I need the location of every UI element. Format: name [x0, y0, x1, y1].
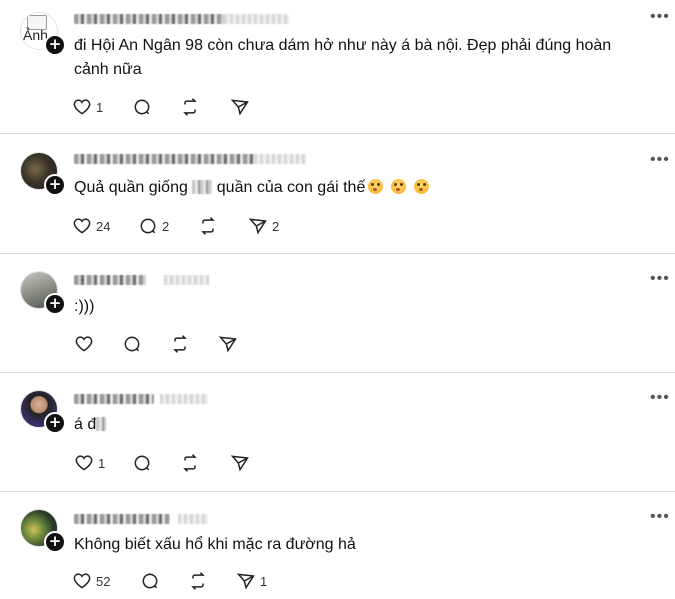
username-redacted[interactable] [74, 14, 289, 24]
like-button[interactable]: 24 [72, 215, 110, 237]
send-icon [230, 99, 249, 116]
repost-button[interactable] [188, 570, 208, 592]
redacted-word [192, 180, 213, 194]
send-icon [236, 573, 255, 590]
like-count: 24 [96, 218, 111, 234]
send-icon [230, 455, 249, 472]
heart-icon [75, 455, 93, 471]
avatar[interactable]: + [20, 509, 66, 553]
more-dots-icon[interactable]: ••• [650, 271, 669, 287]
comment-text: đi Hội An Ngân 98 còn chưa dám hở như nà… [74, 37, 612, 78]
share-button[interactable]: 2 [248, 215, 279, 237]
comment-text-part: Quả quần giống [74, 179, 193, 196]
follow-plus-icon[interactable]: + [44, 531, 66, 553]
comment-bubble-icon [140, 218, 156, 234]
divider [0, 491, 675, 492]
comment-bubble-icon [124, 336, 140, 352]
more-dots-icon[interactable]: ••• [650, 509, 669, 525]
share-button[interactable] [218, 333, 238, 355]
username-redacted[interactable] [74, 394, 208, 404]
repost-icon [183, 98, 197, 116]
comment-text: á đ [74, 413, 634, 437]
flushed-face-emoji [368, 179, 384, 194]
like-count: 1 [96, 99, 104, 115]
flushed-face-emoji [391, 179, 407, 194]
like-button[interactable]: 1 [72, 96, 103, 118]
comment-text: :))) [74, 298, 95, 315]
divider [0, 133, 675, 134]
comment-bubble-icon [134, 455, 150, 471]
send-icon [248, 218, 267, 235]
comment-text-part: á đ [74, 416, 97, 433]
avatar[interactable]: + [20, 152, 66, 196]
username-redacted[interactable] [74, 154, 306, 164]
share-button[interactable] [230, 96, 250, 118]
comment-text: Quả quần giống quần của con gái thế [74, 176, 634, 200]
comment-bubble-icon [134, 99, 150, 115]
share-button[interactable]: 1 [236, 570, 267, 592]
like-button[interactable] [74, 333, 94, 355]
like-button[interactable]: 1 [74, 452, 105, 474]
reply-button[interactable] [132, 96, 152, 118]
more-dots-icon[interactable]: ••• [650, 390, 669, 406]
divider [0, 253, 675, 254]
reply-button[interactable] [132, 452, 152, 474]
repost-icon [173, 335, 187, 353]
repost-button[interactable] [198, 215, 218, 237]
repost-button[interactable] [180, 452, 200, 474]
avatar[interactable]: Ảnh + [20, 12, 66, 56]
avatar[interactable]: + [20, 390, 66, 434]
divider [0, 372, 675, 373]
reply-button[interactable] [140, 570, 160, 592]
repost-icon [191, 572, 205, 590]
more-dots-icon[interactable]: ••• [650, 9, 669, 25]
heart-icon [73, 218, 91, 234]
reply-count: 2 [162, 218, 170, 234]
heart-icon [73, 99, 91, 115]
repost-icon [183, 454, 197, 472]
repost-button[interactable] [180, 96, 200, 118]
comment-text: Không biết xấu hổ khi mặc ra đường hả [74, 536, 356, 553]
redacted-word [96, 417, 107, 431]
flushed-face-emoji [414, 179, 430, 194]
repost-icon [201, 217, 215, 235]
follow-plus-icon[interactable]: + [44, 412, 66, 434]
heart-icon [73, 573, 91, 589]
repost-button[interactable] [170, 333, 190, 355]
avatar[interactable]: + [20, 271, 66, 315]
comment-bubble-icon [142, 573, 158, 589]
follow-plus-icon[interactable]: + [44, 293, 66, 315]
share-button[interactable] [230, 452, 250, 474]
follow-plus-icon[interactable]: + [44, 174, 66, 196]
like-count: 1 [98, 455, 106, 471]
heart-icon [75, 336, 93, 352]
username-redacted[interactable] [74, 514, 208, 524]
reply-button[interactable] [122, 333, 142, 355]
send-icon [218, 336, 237, 353]
follow-plus-icon[interactable]: + [44, 34, 66, 56]
share-count: 2 [272, 218, 280, 234]
more-dots-icon[interactable]: ••• [650, 152, 669, 168]
share-count: 1 [260, 573, 268, 589]
username-redacted[interactable] [74, 275, 209, 285]
like-button[interactable]: 52 [72, 570, 110, 592]
like-count: 52 [96, 573, 111, 589]
comment-text-part: quần của con gái thế [212, 179, 366, 196]
reply-button[interactable]: 2 [138, 215, 169, 237]
